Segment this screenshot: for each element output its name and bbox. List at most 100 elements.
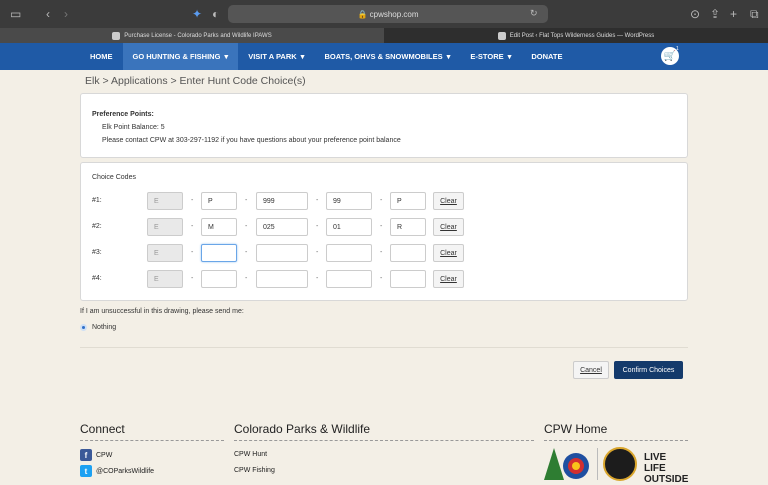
- privacy-icon[interactable]: ◐: [212, 7, 219, 21]
- nav-donate[interactable]: DONATE: [521, 43, 572, 70]
- season-field[interactable]: [326, 270, 372, 288]
- unit-field[interactable]: [256, 244, 308, 262]
- nav-visit-a-park[interactable]: VISIT A PARK ▾: [238, 43, 314, 70]
- unit-field[interactable]: [256, 270, 308, 288]
- dash: -: [316, 249, 319, 256]
- dash: -: [380, 249, 383, 256]
- link-label: CPW: [96, 451, 113, 459]
- dash: -: [245, 275, 248, 282]
- choice-codes-panel: Choice Codes #1: E - P - 999 - 99 - P Cl…: [80, 162, 688, 301]
- unit-field[interactable]: 999: [256, 192, 308, 210]
- forward-icon[interactable]: ›: [64, 7, 68, 21]
- unit-field[interactable]: 025: [256, 218, 308, 236]
- twitter-icon: t: [80, 465, 92, 477]
- footer-connect-title: Connect: [80, 422, 125, 436]
- nav-label: BOATS, OHVS & SNOWMOBILES: [324, 52, 443, 61]
- twitter-link[interactable]: t @COParksWildlife: [80, 465, 154, 477]
- point-balance: Elk Point Balance: 5: [102, 124, 165, 131]
- nav-label: DONATE: [531, 52, 563, 61]
- radio-label: Nothing: [92, 324, 117, 331]
- facebook-link[interactable]: f CPW: [80, 449, 112, 461]
- sex-field[interactable]: M: [201, 218, 237, 236]
- seal-icon: [603, 447, 637, 481]
- method-field[interactable]: [390, 244, 426, 262]
- nav-label: VISIT A PARK: [248, 52, 297, 61]
- download-icon[interactable]: ⊙: [690, 7, 700, 21]
- wordpress-favicon-icon: [497, 31, 506, 40]
- species-field: E: [147, 192, 183, 210]
- share-icon[interactable]: ⇪: [710, 7, 720, 21]
- sex-field[interactable]: [201, 244, 237, 262]
- tab-overview-icon[interactable]: ⧉: [750, 7, 759, 22]
- season-field[interactable]: 99: [326, 192, 372, 210]
- tab-edit-post[interactable]: Edit Post ‹ Flat Tops Wilderness Guides …: [384, 28, 768, 43]
- nav-boats-ohvs[interactable]: BOATS, OHVS & SNOWMOBILES ▾: [314, 43, 460, 70]
- cpw-fishing-link[interactable]: CPW Fishing: [234, 467, 275, 474]
- caret-down-icon: ▾: [300, 52, 305, 61]
- footer-home-title: CPW Home: [544, 422, 608, 436]
- browser-toolbar: ▭ ‹ › ✦ ◐ 🔒 cpwshop.com ↻ ⊙ ⇪ + ⧉: [0, 0, 768, 28]
- clear-button[interactable]: Clear: [433, 244, 464, 262]
- nav-home[interactable]: HOME: [80, 43, 123, 70]
- new-tab-icon[interactable]: +: [730, 7, 737, 21]
- nav-label: HOME: [90, 52, 113, 61]
- caret-down-icon: ▾: [507, 52, 512, 61]
- address-bar[interactable]: 🔒 cpwshop.com: [228, 5, 548, 23]
- cpw-favicon-icon: [112, 31, 121, 40]
- choice-row: #4: E - - - - Clear: [81, 270, 689, 288]
- reload-icon[interactable]: ↻: [530, 8, 538, 19]
- dash: -: [380, 223, 383, 230]
- season-field[interactable]: [326, 244, 372, 262]
- tab-bar: Purchase License - Colorado Parks and Wi…: [0, 28, 768, 43]
- dash: -: [316, 275, 319, 282]
- back-icon[interactable]: ‹: [46, 7, 50, 21]
- main-nav: HOME GO HUNTING & FISHING ▾ VISIT A PARK ▾…: [0, 43, 768, 70]
- cancel-button[interactable]: Cancel: [573, 361, 609, 379]
- clear-button[interactable]: Clear: [433, 270, 464, 288]
- cart-count-badge: 1: [676, 46, 679, 52]
- method-field[interactable]: [390, 270, 426, 288]
- divider: [597, 448, 598, 480]
- caret-down-icon: ▾: [224, 52, 229, 61]
- radio-selected-icon: [80, 324, 87, 331]
- extension-icon[interactable]: ✦: [192, 7, 202, 21]
- confirm-choices-button[interactable]: Confirm Choices: [614, 361, 683, 379]
- dash: -: [380, 275, 383, 282]
- lock-icon: 🔒: [357, 9, 370, 19]
- footer-cpw-title: Colorado Parks & Wildlife: [234, 422, 371, 436]
- divider: [80, 440, 224, 441]
- species-field: E: [147, 244, 183, 262]
- dash: -: [316, 223, 319, 230]
- season-field[interactable]: 01: [326, 218, 372, 236]
- preference-heading: Preference Points:: [92, 111, 154, 118]
- nav-go-hunting-fishing[interactable]: GO HUNTING & FISHING ▾: [122, 43, 239, 70]
- clear-button[interactable]: Clear: [433, 192, 464, 210]
- nothing-radio[interactable]: Nothing: [80, 324, 116, 331]
- sex-field[interactable]: P: [201, 192, 237, 210]
- cpw-logo-icon[interactable]: [544, 446, 590, 480]
- divider: [80, 347, 688, 348]
- dash: -: [191, 249, 194, 256]
- nav-e-store[interactable]: E-STORE ▾: [460, 43, 521, 70]
- dash: -: [245, 197, 248, 204]
- nav-label: GO HUNTING & FISHING: [132, 52, 221, 61]
- dash: -: [245, 249, 248, 256]
- tab-label: Purchase License - Colorado Parks and Wi…: [124, 32, 272, 39]
- tab-purchase-license[interactable]: Purchase License - Colorado Parks and Wi…: [0, 28, 384, 43]
- cpw-hunt-link[interactable]: CPW Hunt: [234, 451, 267, 458]
- choice-row: #1: E - P - 999 - 99 - P Clear: [81, 192, 689, 210]
- divider: [234, 440, 534, 441]
- sex-field[interactable]: [201, 270, 237, 288]
- clear-button[interactable]: Clear: [433, 218, 464, 236]
- facebook-icon: f: [80, 449, 92, 461]
- dash: -: [316, 197, 319, 204]
- live-life-outside-text: LIVE LIFE OUTSIDE: [644, 452, 689, 485]
- choice-label: #2:: [92, 223, 102, 230]
- choice-codes-heading: Choice Codes: [92, 174, 136, 181]
- method-field[interactable]: R: [390, 218, 426, 236]
- method-field[interactable]: P: [390, 192, 426, 210]
- sidebar-icon[interactable]: ▭: [10, 7, 21, 21]
- dash: -: [191, 197, 194, 204]
- link-label: @COParksWildlife: [96, 467, 155, 475]
- nav-label: E-STORE: [470, 52, 504, 61]
